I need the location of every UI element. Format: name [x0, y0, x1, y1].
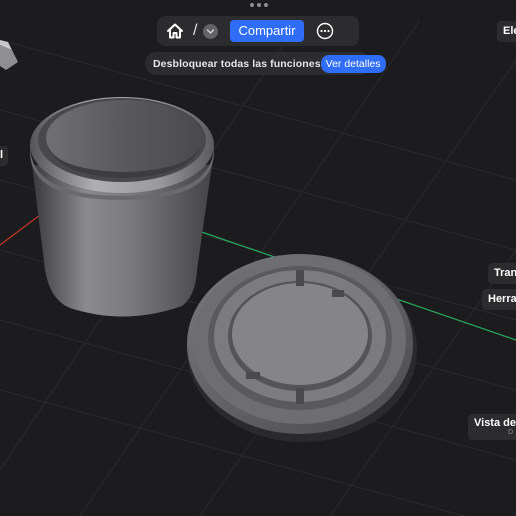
top-toolbar: / Compartir — [157, 16, 359, 46]
share-button[interactable]: Compartir — [230, 20, 304, 42]
lid[interactable] — [187, 254, 417, 442]
panel-tab-view-label: Vista de — [474, 417, 516, 429]
grabber-dot — [250, 3, 254, 7]
upgrade-banner: Desbloquear todas las funciones Ver deta… — [145, 52, 386, 75]
view-details-button[interactable]: Ver detalles — [320, 54, 386, 73]
chevron-down-icon[interactable] — [203, 23, 219, 39]
panel-tab-left[interactable]: l — [0, 146, 8, 166]
panel-tab-view[interactable]: Vista de D — [468, 414, 516, 440]
panel-tab-transform[interactable]: Tran — [488, 263, 516, 284]
upgrade-banner-text: Desbloquear todas las funciones — [153, 57, 321, 70]
grabber-dot — [257, 3, 261, 7]
panel-tab-elements[interactable]: Ele — [497, 21, 516, 42]
cylindrical-container[interactable] — [30, 97, 214, 317]
panel-tab-view-sublabel: D — [508, 429, 514, 436]
home-icon[interactable] — [165, 21, 185, 41]
grabber-dot — [264, 3, 268, 7]
3d-viewport[interactable] — [0, 0, 516, 516]
panel-tab-tools[interactable]: Herra — [482, 289, 516, 310]
window-grabber[interactable] — [250, 3, 268, 7]
ellipsis-circle-icon[interactable] — [316, 22, 334, 40]
path-separator: / — [193, 22, 198, 39]
